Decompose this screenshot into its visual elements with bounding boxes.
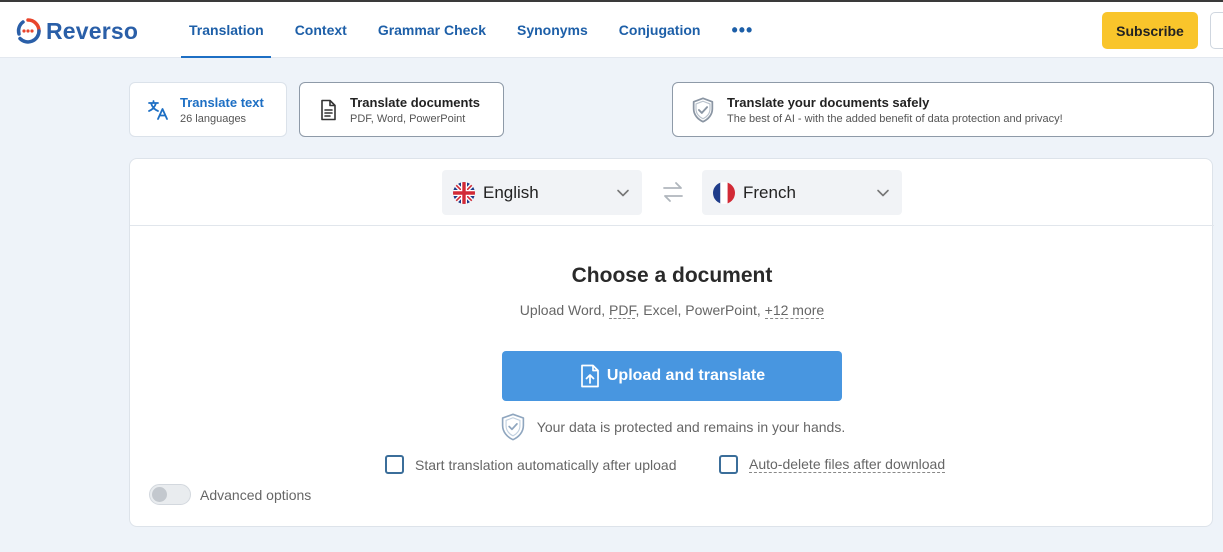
formats-prefix: Upload Word, bbox=[519, 302, 610, 318]
main-nav: Translation Context Grammar Check Synony… bbox=[173, 2, 768, 58]
reverso-logo-icon bbox=[16, 18, 41, 44]
toggle-knob bbox=[152, 487, 167, 502]
upload-button-label: Upload and translate bbox=[606, 367, 766, 384]
brand-name: Reverso bbox=[46, 17, 139, 44]
data-protection-text: Your data is protected and remains in yo… bbox=[536, 419, 846, 435]
chevron-down-icon bbox=[617, 189, 629, 196]
source-language-label: English bbox=[483, 182, 539, 202]
target-language-select[interactable]: French bbox=[702, 170, 902, 215]
advanced-options-label: Advanced options bbox=[200, 486, 312, 503]
subscribe-button[interactable]: Subscribe bbox=[1102, 12, 1198, 49]
nav-conjugation[interactable]: Conjugation bbox=[603, 2, 716, 58]
advanced-options[interactable]: Advanced options bbox=[149, 484, 311, 505]
shield-check-icon bbox=[501, 413, 524, 441]
account-button[interactable] bbox=[1210, 12, 1223, 49]
auto-delete-checkbox[interactable] bbox=[719, 455, 738, 474]
supported-formats: Upload Word, PDF, Excel, PowerPoint, +12… bbox=[130, 302, 1214, 319]
nav-synonyms[interactable]: Synonyms bbox=[501, 2, 603, 58]
upload-and-translate-button[interactable]: Upload and translate bbox=[502, 351, 842, 401]
uk-flag-icon bbox=[453, 181, 475, 204]
advanced-options-toggle[interactable] bbox=[149, 484, 191, 505]
data-protection-note: Your data is protected and remains in yo… bbox=[130, 412, 1214, 442]
auto-start-checkbox[interactable] bbox=[385, 455, 404, 474]
target-language-label: French bbox=[743, 182, 796, 202]
safe-translation-title: Translate your documents safely bbox=[727, 94, 930, 110]
france-flag-icon bbox=[713, 181, 735, 204]
reverso-logo[interactable]: Reverso bbox=[14, 16, 138, 46]
shield-check-icon bbox=[692, 96, 714, 123]
auto-start-label: Start translation automatically after up… bbox=[415, 456, 677, 473]
formats-middle: , Excel, PowerPoint, bbox=[635, 302, 765, 318]
nav-more-icon[interactable]: ••• bbox=[715, 2, 768, 58]
tab-translate-documents[interactable]: Translate documents PDF, Word, PowerPoin… bbox=[299, 82, 504, 137]
language-bar: English French bbox=[130, 159, 1214, 226]
safe-translation-subtitle: The best of AI - with the added benefit … bbox=[727, 112, 1063, 125]
tab-translate-documents-title: Translate documents bbox=[350, 94, 481, 110]
translate-icon bbox=[148, 99, 168, 120]
formats-pdf: PDF bbox=[609, 302, 636, 319]
safe-translation-banner[interactable]: Translate your documents safely The best… bbox=[672, 82, 1214, 137]
top-header: Reverso Translation Context Grammar Chec… bbox=[0, 2, 1223, 58]
nav-grammar-check[interactable]: Grammar Check bbox=[362, 2, 501, 58]
upload-file-icon bbox=[581, 364, 599, 388]
auto-delete-label: Auto-delete files after download bbox=[749, 456, 946, 473]
nav-translation[interactable]: Translation bbox=[173, 2, 279, 58]
tab-translate-text-title: Translate text bbox=[180, 94, 264, 110]
option-auto-delete[interactable]: Auto-delete files after download bbox=[719, 455, 946, 474]
tab-translate-text[interactable]: Translate text 26 languages bbox=[129, 82, 287, 137]
document-translation-card: English French Choose a document Upload … bbox=[129, 158, 1214, 527]
choose-document-title: Choose a document bbox=[571, 264, 773, 287]
chevron-down-icon bbox=[877, 189, 889, 196]
nav-context[interactable]: Context bbox=[279, 2, 362, 58]
more-formats-link[interactable]: +12 more bbox=[764, 302, 825, 319]
option-auto-start[interactable]: Start translation automatically after up… bbox=[385, 455, 676, 474]
tab-translate-text-subtitle: 26 languages bbox=[180, 112, 247, 125]
source-language-select[interactable]: English bbox=[442, 170, 642, 215]
tab-translate-documents-subtitle: PDF, Word, PowerPoint bbox=[350, 112, 466, 125]
document-icon bbox=[321, 99, 336, 120]
swap-languages-icon[interactable] bbox=[660, 179, 686, 205]
